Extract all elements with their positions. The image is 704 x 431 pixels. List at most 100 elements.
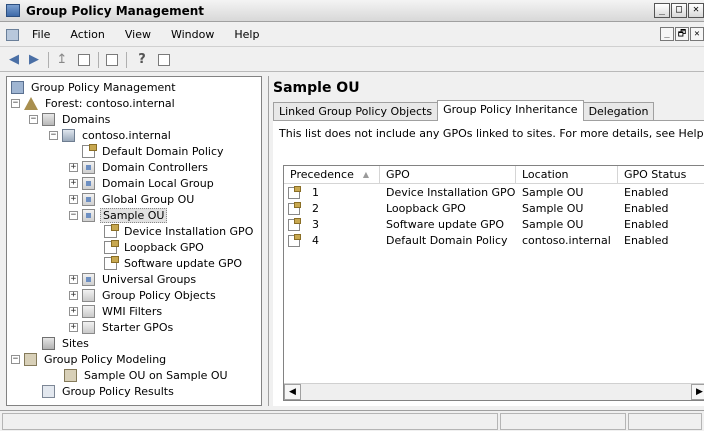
refresh-icon[interactable] <box>106 54 118 66</box>
cell-location: Sample OU <box>522 218 584 231</box>
tree-item-gp-modeling[interactable]: − Group Policy Modeling <box>11 351 168 367</box>
tree-item-sample-ou[interactable]: − Sample OU <box>69 207 168 223</box>
gpo-link-icon <box>104 223 119 238</box>
tree-item-sites[interactable]: Sites <box>42 335 91 351</box>
column-gpo[interactable]: GPO <box>380 166 516 184</box>
column-gpo-status[interactable]: GPO Status <box>618 166 704 184</box>
cell-location: contoso.internal <box>522 234 611 247</box>
list-row[interactable]: 1 Device Installation GPO Sample OU Enab… <box>284 185 704 201</box>
tab-linked-gpos[interactable]: Linked Group Policy Objects <box>273 102 439 121</box>
tab-gp-inheritance[interactable]: Group Policy Inheritance <box>437 100 584 121</box>
tree-item-group-policy-objects[interactable]: + Group Policy Objects <box>69 287 218 303</box>
cell-gpo: Software update GPO <box>386 218 505 231</box>
expand-icon[interactable]: + <box>69 322 78 332</box>
menu-view[interactable]: View <box>123 28 153 41</box>
column-precedence[interactable]: Precedence ▲ <box>284 166 380 184</box>
tree-item-root[interactable]: Group Policy Management <box>11 79 178 95</box>
tree-label: Sites <box>62 336 89 350</box>
tree-label: Universal Groups <box>102 272 197 286</box>
tree-item-domain-controllers[interactable]: + Domain Controllers <box>69 159 210 175</box>
list-row[interactable]: 3 Software update GPO Sample OU Enabled <box>284 217 704 233</box>
list-row[interactable]: 4 Default Domain Policy contoso.internal… <box>284 233 704 249</box>
child-minimize-button[interactable]: _ <box>660 27 674 41</box>
inheritance-list: Precedence ▲ GPO Location GPO Status 1 D… <box>283 165 704 401</box>
sites-icon <box>42 336 55 350</box>
ou-icon <box>82 160 95 174</box>
show-hide-tree-icon[interactable] <box>78 54 90 66</box>
cell-gpo: Default Domain Policy <box>386 234 508 247</box>
expand-icon[interactable]: + <box>69 194 78 204</box>
tab-delegation[interactable]: Delegation <box>582 102 655 121</box>
gpm-window: Group Policy Management _ □ ✕ File Actio… <box>0 0 704 431</box>
tree-item-global-group-ou[interactable]: + Global Group OU <box>69 191 196 207</box>
tree-label-selected: Sample OU <box>100 207 168 223</box>
scroll-left-button[interactable]: ◀ <box>284 384 301 400</box>
minimize-button[interactable]: _ <box>654 3 670 18</box>
console-icon[interactable] <box>6 29 19 41</box>
menu-file[interactable]: File <box>30 28 52 41</box>
window-title: Group Policy Management <box>26 4 205 18</box>
details-pane: Sample OU Linked Group Policy Objects Gr… <box>268 76 704 406</box>
window-controls: _ □ ✕ <box>654 3 704 18</box>
close-button[interactable]: ✕ <box>688 3 704 18</box>
tree-item-universal-groups[interactable]: + Universal Groups <box>69 271 198 287</box>
sort-ascending-icon: ▲ <box>362 170 369 179</box>
horizontal-scrollbar[interactable]: ◀ ▶ <box>284 383 704 400</box>
expand-icon[interactable]: + <box>69 306 78 316</box>
gpo-link-icon <box>104 239 119 254</box>
gpo-icon <box>288 218 301 231</box>
tree-item-forest[interactable]: − Forest: contoso.internal <box>11 95 177 111</box>
tree-item-default-domain-policy[interactable]: Default Domain Policy <box>82 143 226 159</box>
forward-icon[interactable]: ▶ <box>24 51 44 69</box>
tree-item-domain-local-group[interactable]: + Domain Local Group <box>69 175 216 191</box>
tree-item-modeling-result[interactable]: Sample OU on Sample OU <box>64 367 230 383</box>
ou-icon <box>82 192 95 206</box>
tree-label: Forest: contoso.internal <box>45 96 175 110</box>
scroll-right-button[interactable]: ▶ <box>691 384 704 400</box>
collapse-icon[interactable]: − <box>29 114 38 124</box>
menu-help[interactable]: Help <box>232 28 261 41</box>
tree-label: WMI Filters <box>102 304 163 318</box>
tree-item-domains[interactable]: − Domains <box>29 111 112 127</box>
tree-item-starter-gpos[interactable]: + Starter GPOs <box>69 319 175 335</box>
expand-icon[interactable]: + <box>69 162 78 172</box>
pane-title: Sample OU <box>273 80 360 96</box>
tree-label: Domains <box>62 112 111 126</box>
help-icon[interactable]: ? <box>132 51 152 69</box>
expand-icon[interactable]: + <box>69 274 78 284</box>
expand-icon[interactable]: + <box>69 178 78 188</box>
tree-item-software-update-gpo[interactable]: Software update GPO <box>104 255 244 271</box>
gpo-icon <box>288 234 301 247</box>
wmi-filters-icon <box>82 304 95 318</box>
expand-icon[interactable]: + <box>69 290 78 300</box>
collapse-icon[interactable]: − <box>11 98 20 108</box>
collapse-icon[interactable]: − <box>69 210 78 220</box>
back-icon[interactable]: ◀ <box>4 51 24 69</box>
tree-label: Sample OU on Sample OU <box>84 368 228 382</box>
menu-action[interactable]: Action <box>68 28 106 41</box>
collapse-icon[interactable]: − <box>49 130 58 140</box>
tab-content: This list does not include any GPOs link… <box>273 120 704 406</box>
child-restore-button[interactable]: 🗗 <box>675 27 689 41</box>
column-location[interactable]: Location <box>516 166 618 184</box>
info-text: This list does not include any GPOs link… <box>279 127 704 140</box>
collapse-icon[interactable]: − <box>11 354 20 364</box>
child-close-button[interactable]: ✕ <box>690 27 704 41</box>
tree-item-domain[interactable]: − contoso.internal <box>49 127 173 143</box>
cell-location: Sample OU <box>522 186 584 199</box>
tree-item-gp-results[interactable]: Group Policy Results <box>42 383 176 399</box>
tree-label: Group Policy Management <box>31 80 176 94</box>
list-row[interactable]: 2 Loopback GPO Sample OU Enabled <box>284 201 704 217</box>
tree-item-wmi-filters[interactable]: + WMI Filters <box>69 303 164 319</box>
cell-status: Enabled <box>624 202 669 215</box>
up-icon[interactable]: ↥ <box>52 51 72 69</box>
ou-icon <box>82 208 95 222</box>
cell-status: Enabled <box>624 186 669 199</box>
cell-gpo: Loopback GPO <box>386 202 466 215</box>
forest-icon <box>24 96 38 110</box>
tree-item-loopback-gpo[interactable]: Loopback GPO <box>104 239 206 255</box>
maximize-button[interactable]: □ <box>671 3 687 18</box>
tree-item-device-installation-gpo[interactable]: Device Installation GPO <box>104 223 255 239</box>
menu-window[interactable]: Window <box>169 28 216 41</box>
properties-icon[interactable] <box>158 54 170 66</box>
